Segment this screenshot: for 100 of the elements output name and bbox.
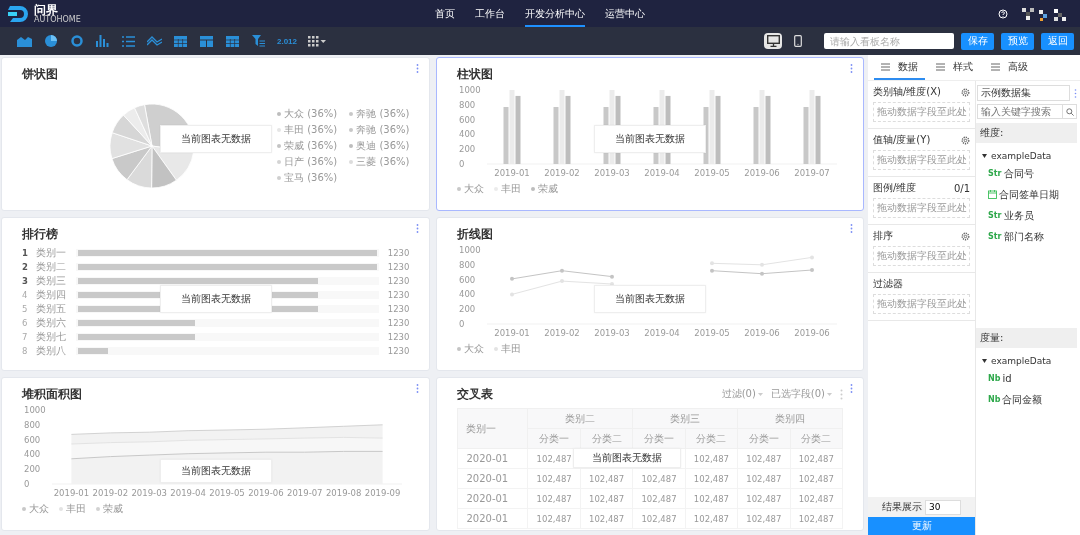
table-cell: 102,487 xyxy=(580,488,633,509)
table-cell: 2020-01 xyxy=(457,488,528,509)
panel-title: 饼状图 xyxy=(22,65,58,83)
axis-tick-label: 2019-07 xyxy=(287,488,323,498)
nav-link[interactable]: 首页 xyxy=(435,0,455,27)
legend-label: 奔驰 (36%) xyxy=(356,122,410,137)
axis-tick-label: 2019-03 xyxy=(594,328,631,338)
legend-label: 丰田 xyxy=(66,502,86,516)
axis-tick-label: 200 xyxy=(459,304,476,315)
table-cell: 102,487 xyxy=(737,468,791,489)
tree-node-label[interactable]: exampleData xyxy=(991,151,1052,161)
axis-tick-label: 600 xyxy=(459,114,476,125)
chart-type-button[interactable]: 2.012 xyxy=(274,31,301,51)
rank-number: 3 xyxy=(22,275,29,286)
table-cell: 102,487 xyxy=(737,448,791,469)
no-data-message: 当前图表无数据 xyxy=(159,459,272,483)
chart-panel[interactable]: 柱状图 0 200 400 600 800 1000 2019-01 2019-02 2019-03 2019-04 2019-05 2019-06 2019-07 大众 丰田 荣威 当前图表无数据 xyxy=(436,57,864,211)
group-header: 维度: xyxy=(976,123,1077,143)
axis-tick-label: 400 xyxy=(459,289,476,300)
tree-node-label[interactable]: exampleData xyxy=(991,356,1052,366)
axis-tick-label: 2019-03 xyxy=(594,168,631,178)
field-label[interactable]: 部门名称 xyxy=(1003,229,1044,244)
field-label[interactable]: id xyxy=(1002,373,1012,384)
rank-label: 类别五 xyxy=(36,301,67,316)
table-cell: 102,487 xyxy=(737,488,791,509)
axis-tick-label: 200 xyxy=(459,144,476,155)
rank-number: 6 xyxy=(22,317,29,328)
legend-label: 大众 xyxy=(464,342,485,356)
legend-label: 奥迪 (36%) xyxy=(356,138,410,153)
table-cell: 102,487 xyxy=(685,488,738,509)
chart-panel[interactable]: 饼状图 大众 (36%) 奔驰 (36%) 丰田 (36%) 奔驰 (36%) 荣威 (36%) 奥迪 (36%) 日产 (36%) 三菱 (36%) 宝马 (36%) 当前图表无数据 xyxy=(1,57,431,211)
board-name-field[interactable]: 请输入看板名称 xyxy=(824,33,954,49)
table-cell: 102,487 xyxy=(527,468,581,489)
tab[interactable]: 数据 xyxy=(874,55,925,80)
rank-value: 1230 xyxy=(386,345,410,356)
table-cell: 102,487 xyxy=(685,468,738,489)
no-data-message: 当前图表无数据 xyxy=(159,125,272,154)
chart-panel[interactable]: 堆积面积图 0 200 400 600 800 1000 2019-01 2019-02 2019-03 2019-04 2019-05 2019-06 2019-07 2019-08 2019-09 大众 丰田 荣威 当前图表无数据 xyxy=(1,377,431,531)
search-field[interactable]: 输入关键字搜索 xyxy=(977,104,1063,119)
axis-tick-label: 200 xyxy=(24,464,41,475)
section-title: 类别轴/维度(X) xyxy=(873,85,942,99)
panel-title: 堆积面积图 xyxy=(22,385,82,403)
section-title: 过滤器 xyxy=(873,277,903,291)
axis-tick-label: 2019-06 xyxy=(794,328,831,338)
legend-label: 荣威 xyxy=(103,502,123,516)
rank-label: 类别三 xyxy=(36,273,67,288)
axis-tick-label: 2019-06 xyxy=(744,168,781,178)
legend-label: 丰田 (36%) xyxy=(284,122,338,137)
no-data-message: 当前图表无数据 xyxy=(594,285,707,314)
dataset-select[interactable]: 示例数据集 xyxy=(977,85,1070,101)
table-cell: 102,487 xyxy=(580,508,633,529)
rank-value: 1230 xyxy=(386,247,410,258)
field-count: 0/1 xyxy=(953,182,970,194)
field-label[interactable]: 合同金额 xyxy=(1002,392,1043,407)
field-type-tag: Nb xyxy=(988,395,1001,404)
panel-title: 排行榜 xyxy=(22,225,58,243)
table-cell: 102,487 xyxy=(527,508,581,529)
axis-tick-label: 2019-04 xyxy=(644,168,681,178)
field-label[interactable]: 业务员 xyxy=(1003,208,1034,223)
field-label[interactable]: 合同签单日期 xyxy=(999,187,1059,202)
axis-tick-label: 0 xyxy=(459,159,465,169)
table-cell: 102,487 xyxy=(685,508,738,529)
tab[interactable]: 样式 xyxy=(929,55,980,80)
nav-link[interactable]: 工作台 xyxy=(475,0,505,27)
table-cell: 102,487 xyxy=(790,448,843,469)
chart-panel[interactable]: 折线图 0 200 400 600 800 1000 2019-01 2019-02 2019-03 2019-04 2019-05 2019-06 2019-06 大众 丰田 当前图表无数据 xyxy=(436,217,864,371)
axis-tick-label: 2019-06 xyxy=(744,328,781,338)
table-header-cell: 类别三 xyxy=(632,408,738,429)
result-count-field[interactable]: 30 xyxy=(925,499,961,515)
rank-value: 1230 xyxy=(386,303,410,314)
rank-value: 1230 xyxy=(386,331,410,342)
legend-label: 丰田 xyxy=(501,342,522,356)
field-type-tag: Nb xyxy=(988,374,1001,383)
field-label[interactable]: 合同号 xyxy=(1003,166,1034,181)
axis-tick-label: 800 xyxy=(459,99,476,110)
axis-tick-label: 2019-06 xyxy=(248,488,284,498)
axis-tick-label: 2019-02 xyxy=(544,328,581,338)
tab[interactable]: 高级 xyxy=(984,55,1035,80)
panel-title: 交叉表 xyxy=(457,385,494,403)
legend-label: 日产 (36%) xyxy=(284,154,338,169)
legend-label: 宝马 (36%) xyxy=(284,170,338,185)
axis-tick-label: 1000 xyxy=(459,85,482,95)
nav-link[interactable]: 运营中心 xyxy=(605,0,645,27)
rank-number: 5 xyxy=(22,303,29,314)
panel-title: 折线图 xyxy=(457,225,494,243)
table-cell: 102,487 xyxy=(790,508,843,529)
rank-number: 1 xyxy=(22,247,29,258)
axis-tick-label: 2019-02 xyxy=(544,168,581,178)
rank-value: 1230 xyxy=(386,289,410,300)
axis-tick-label: 0 xyxy=(459,319,465,329)
axis-tick-label: 400 xyxy=(24,449,41,460)
legend-label: 三菱 (36%) xyxy=(356,154,410,169)
rank-label: 类别八 xyxy=(36,343,67,358)
axis-tick-label: 2019-01 xyxy=(53,488,90,498)
rank-number: 8 xyxy=(22,345,29,356)
axis-tick-label: 2019-09 xyxy=(364,488,401,498)
axis-tick-label: 600 xyxy=(459,274,476,285)
axis-tick-label: 0 xyxy=(24,479,30,489)
axis-tick-label: 2019-04 xyxy=(644,328,681,338)
result-label: 结果展示 xyxy=(882,500,922,514)
